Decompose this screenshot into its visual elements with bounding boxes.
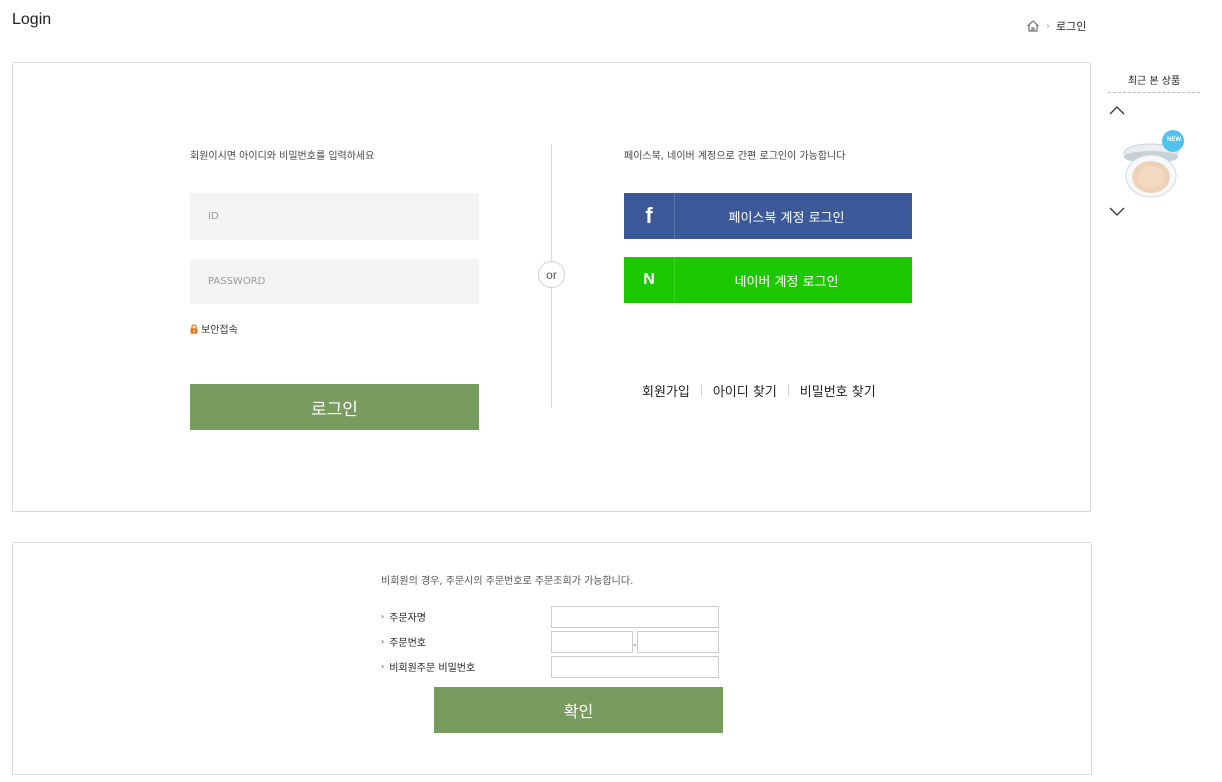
- facebook-login-label: 페이스북 계정 로그인: [728, 210, 845, 226]
- recent-title: 최근 본 상품: [1108, 72, 1200, 93]
- confirm-button[interactable]: 확인: [434, 687, 723, 733]
- bullet-icon: ›: [381, 662, 385, 671]
- sns-description: 페이스북, 네이버 계정으로 간편 로그인이 가능합니다: [624, 151, 846, 162]
- orderer-name-input[interactable]: [551, 606, 719, 628]
- naver-login-label: 네이버 계정 로그인: [734, 274, 839, 290]
- breadcrumb-current: 로그인: [1056, 20, 1087, 33]
- breadcrumb-separator: ›: [1046, 20, 1050, 32]
- naver-login-button[interactable]: N 네이버 계정 로그인: [624, 257, 912, 303]
- secure-connection[interactable]: 보안접속: [190, 321, 238, 336]
- recent-product-thumbnail[interactable]: NEW: [1123, 129, 1185, 199]
- orderer-name-label: › 주문자명: [381, 609, 426, 624]
- order-number-text: 주문번호: [389, 638, 427, 649]
- or-badge: or: [538, 261, 565, 288]
- lock-icon: [190, 323, 198, 334]
- order-number-input-2[interactable]: [637, 631, 719, 653]
- secure-label: 보안접속: [201, 325, 238, 336]
- signup-link[interactable]: 회원가입: [630, 381, 701, 400]
- recent-products: 최근 본 상품 NEW: [1108, 72, 1200, 221]
- guest-password-label: › 비회원주문 비밀번호: [381, 659, 475, 674]
- guest-description: 비회원의 경우, 주문시의 주문번호로 주문조회가 가능합니다.: [381, 576, 634, 587]
- account-links: 회원가입 아이디 찾기 비밀번호 찾기: [630, 381, 887, 400]
- facebook-login-button[interactable]: f 페이스북 계정 로그인: [624, 193, 912, 239]
- order-number-input-1[interactable]: [551, 631, 633, 653]
- bullet-icon: ›: [381, 612, 385, 621]
- home-icon[interactable]: [1026, 19, 1040, 33]
- guest-order-panel: 비회원의 경우, 주문시의 주문번호로 주문조회가 가능합니다. › 주문자명 …: [12, 542, 1092, 775]
- password-input[interactable]: [190, 259, 479, 304]
- login-button[interactable]: 로그인: [190, 384, 479, 430]
- bullet-icon: ›: [381, 637, 385, 646]
- find-password-link[interactable]: 비밀번호 찾기: [789, 381, 887, 400]
- login-description: 회원이시면 아이디와 비밀번호를 입력하세요: [190, 151, 375, 162]
- chevron-up-icon[interactable]: [1108, 105, 1126, 115]
- new-badge: NEW: [1167, 137, 1181, 143]
- guest-password-text: 비회원주문 비밀번호: [389, 663, 476, 674]
- facebook-icon: f: [624, 193, 675, 239]
- naver-icon: N: [624, 257, 675, 303]
- breadcrumb: › 로그인: [1026, 18, 1086, 34]
- login-panel: 회원이시면 아이디와 비밀번호를 입력하세요 보안접속 로그인 or 페이스북,…: [12, 62, 1091, 512]
- order-number-label: › 주문번호: [381, 634, 426, 649]
- orderer-name-text: 주문자명: [389, 613, 427, 624]
- guest-password-input[interactable]: [551, 656, 719, 678]
- chevron-down-icon[interactable]: [1108, 207, 1126, 217]
- id-input[interactable]: [190, 193, 479, 240]
- find-id-link[interactable]: 아이디 찾기: [702, 381, 788, 400]
- page-title: Login: [12, 11, 52, 28]
